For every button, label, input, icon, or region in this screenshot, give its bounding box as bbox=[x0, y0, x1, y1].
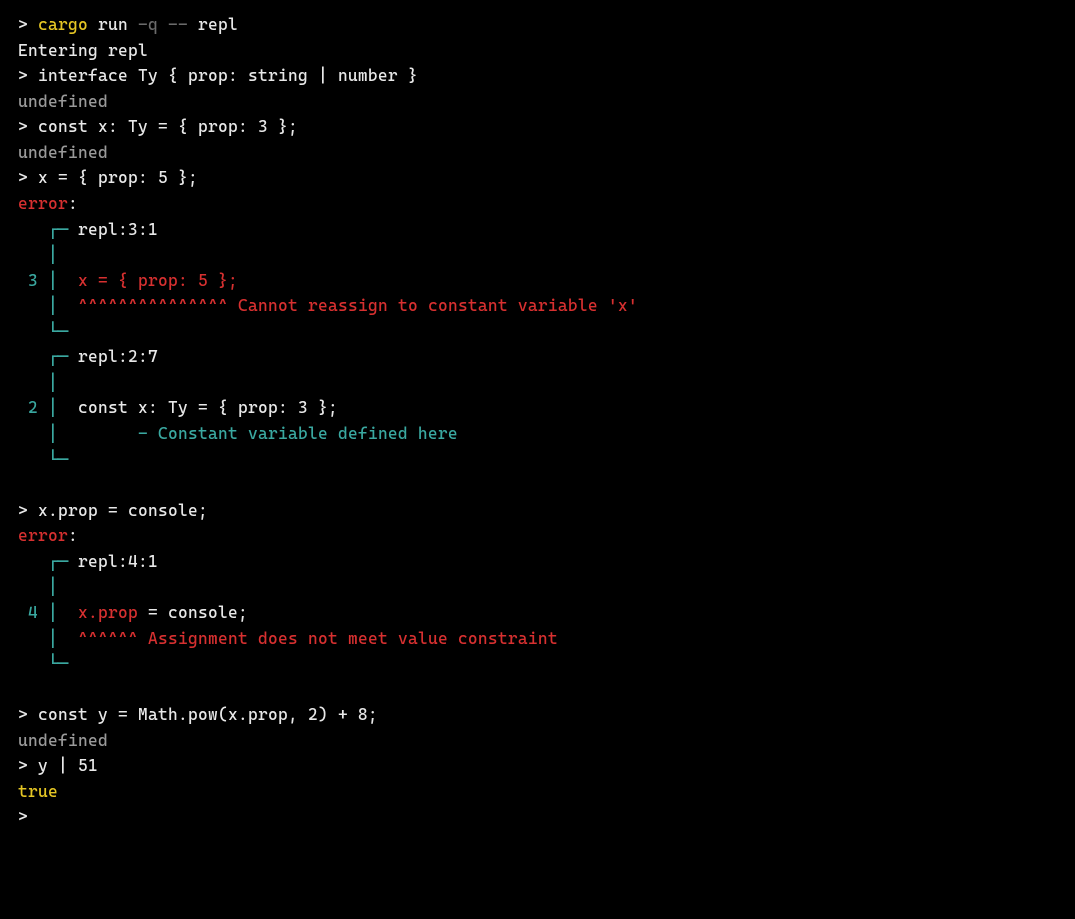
cmd-cargo: cargo bbox=[38, 15, 88, 34]
error-gutter-blank: │ bbox=[18, 370, 1057, 396]
repl-prompt: > bbox=[18, 66, 28, 85]
error-carets: ^^^^^^ bbox=[78, 629, 138, 648]
error-gutter-blank: │ bbox=[18, 574, 1057, 600]
cmd-flag-q: -q bbox=[138, 15, 158, 34]
box-side: │ bbox=[48, 245, 58, 264]
result-undefined: undefined bbox=[18, 140, 1057, 166]
location-text: repl:2:7 bbox=[78, 347, 158, 366]
box-side: │ bbox=[48, 603, 58, 622]
error-header: error: bbox=[18, 191, 1057, 217]
result-undefined: undefined bbox=[18, 89, 1057, 115]
error-location-3: ┌─ repl:4:1 bbox=[18, 549, 1057, 575]
error-message: Assignment does not meet value constrain… bbox=[148, 629, 558, 648]
error-carets-line: │ ^^^^^^ Assignment does not meet value … bbox=[18, 626, 1057, 652]
error-location-2: ┌─ repl:2:7 bbox=[18, 344, 1057, 370]
result-undefined: undefined bbox=[18, 728, 1057, 754]
repl-input-6: > y | 51 bbox=[18, 753, 1057, 779]
error-box-bottom: └─ bbox=[18, 447, 1057, 473]
repl-prompt: > bbox=[18, 501, 28, 520]
repl-prompt: > bbox=[18, 807, 28, 826]
cmd-run: run bbox=[98, 15, 128, 34]
repl-input-2: > const x: Ty = { prop: 3 }; bbox=[18, 114, 1057, 140]
error-code-line-3: 3 │ x = { prop: 5 }; bbox=[18, 268, 1057, 294]
box-side: │ bbox=[48, 271, 58, 290]
box-side: │ bbox=[48, 398, 58, 417]
box-bottom: └─ bbox=[48, 322, 68, 341]
repl-prompt-waiting[interactable]: > bbox=[18, 804, 1057, 830]
cmd-repl: repl bbox=[198, 15, 238, 34]
box-side: │ bbox=[48, 424, 58, 443]
error-location-1: ┌─ repl:3:1 bbox=[18, 217, 1057, 243]
error-code-line-2: 2 │ const x: Ty = { prop: 3 }; bbox=[18, 395, 1057, 421]
repl-prompt: > bbox=[18, 705, 28, 724]
input-text: x.prop = console; bbox=[38, 501, 208, 520]
note-message: Constant variable defined here bbox=[158, 424, 458, 443]
box-top: ┌─ bbox=[48, 552, 68, 571]
error-label: error bbox=[18, 194, 68, 213]
error-header: error: bbox=[18, 523, 1057, 549]
repl-input-4: > x.prop = console; bbox=[18, 498, 1057, 524]
box-side: │ bbox=[48, 577, 58, 596]
terminal-output: > cargo run -q -- repl Entering repl > i… bbox=[18, 12, 1057, 830]
gutter-number: 3 bbox=[28, 271, 38, 290]
note-dash: - bbox=[138, 424, 148, 443]
box-top: ┌─ bbox=[48, 347, 68, 366]
input-text: x = { prop: 5 }; bbox=[38, 168, 198, 187]
colon: : bbox=[68, 194, 78, 213]
entering-message: Entering repl bbox=[18, 38, 1057, 64]
repl-input-1: > interface Ty { prop: string | number } bbox=[18, 63, 1057, 89]
input-text: y | 51 bbox=[38, 756, 98, 775]
error-box-bottom: └─ bbox=[18, 651, 1057, 677]
error-code-rest: = console; bbox=[138, 603, 248, 622]
gutter-number: 4 bbox=[28, 603, 38, 622]
blank-line bbox=[18, 677, 1057, 703]
context-code: const x: Ty = { prop: 3 }; bbox=[78, 398, 338, 417]
error-code: x = { prop: 5 }; bbox=[78, 271, 238, 290]
repl-input-5: > const y = Math.pow(x.prop, 2) + 8; bbox=[18, 702, 1057, 728]
error-message: Cannot reassign to constant variable 'x' bbox=[238, 296, 638, 315]
error-carets: ^^^^^^^^^^^^^^^ bbox=[78, 296, 228, 315]
box-top: ┌─ bbox=[48, 220, 68, 239]
box-side: │ bbox=[48, 629, 58, 648]
input-text: const y = Math.pow(x.prop, 2) + 8; bbox=[38, 705, 378, 724]
location-text: repl:3:1 bbox=[78, 220, 158, 239]
shell-command-line: > cargo run -q -- repl bbox=[18, 12, 1057, 38]
error-gutter-blank: │ bbox=[18, 242, 1057, 268]
shell-prompt: > bbox=[18, 15, 28, 34]
error-note-line: │ - Constant variable defined here bbox=[18, 421, 1057, 447]
result-true: true bbox=[18, 779, 1057, 805]
colon: : bbox=[68, 526, 78, 545]
blank-line bbox=[18, 472, 1057, 498]
error-box-bottom: └─ bbox=[18, 319, 1057, 345]
repl-prompt: > bbox=[18, 117, 28, 136]
location-text: repl:4:1 bbox=[78, 552, 158, 571]
error-label: error bbox=[18, 526, 68, 545]
input-text: interface Ty { prop: string | number } bbox=[38, 66, 418, 85]
repl-input-3: > x = { prop: 5 }; bbox=[18, 165, 1057, 191]
gutter-number: 2 bbox=[28, 398, 38, 417]
error-code-line-4: 4 │ x.prop = console; bbox=[18, 600, 1057, 626]
box-side: │ bbox=[48, 373, 58, 392]
repl-prompt: > bbox=[18, 168, 28, 187]
input-text: const x: Ty = { prop: 3 }; bbox=[38, 117, 298, 136]
box-side: │ bbox=[48, 296, 58, 315]
error-carets-line: │ ^^^^^^^^^^^^^^^ Cannot reassign to con… bbox=[18, 293, 1057, 319]
repl-prompt: > bbox=[18, 756, 28, 775]
box-bottom: └─ bbox=[48, 654, 68, 673]
box-bottom: └─ bbox=[48, 450, 68, 469]
cmd-dashdash: -- bbox=[168, 15, 188, 34]
error-code-highlight: x.prop bbox=[78, 603, 138, 622]
